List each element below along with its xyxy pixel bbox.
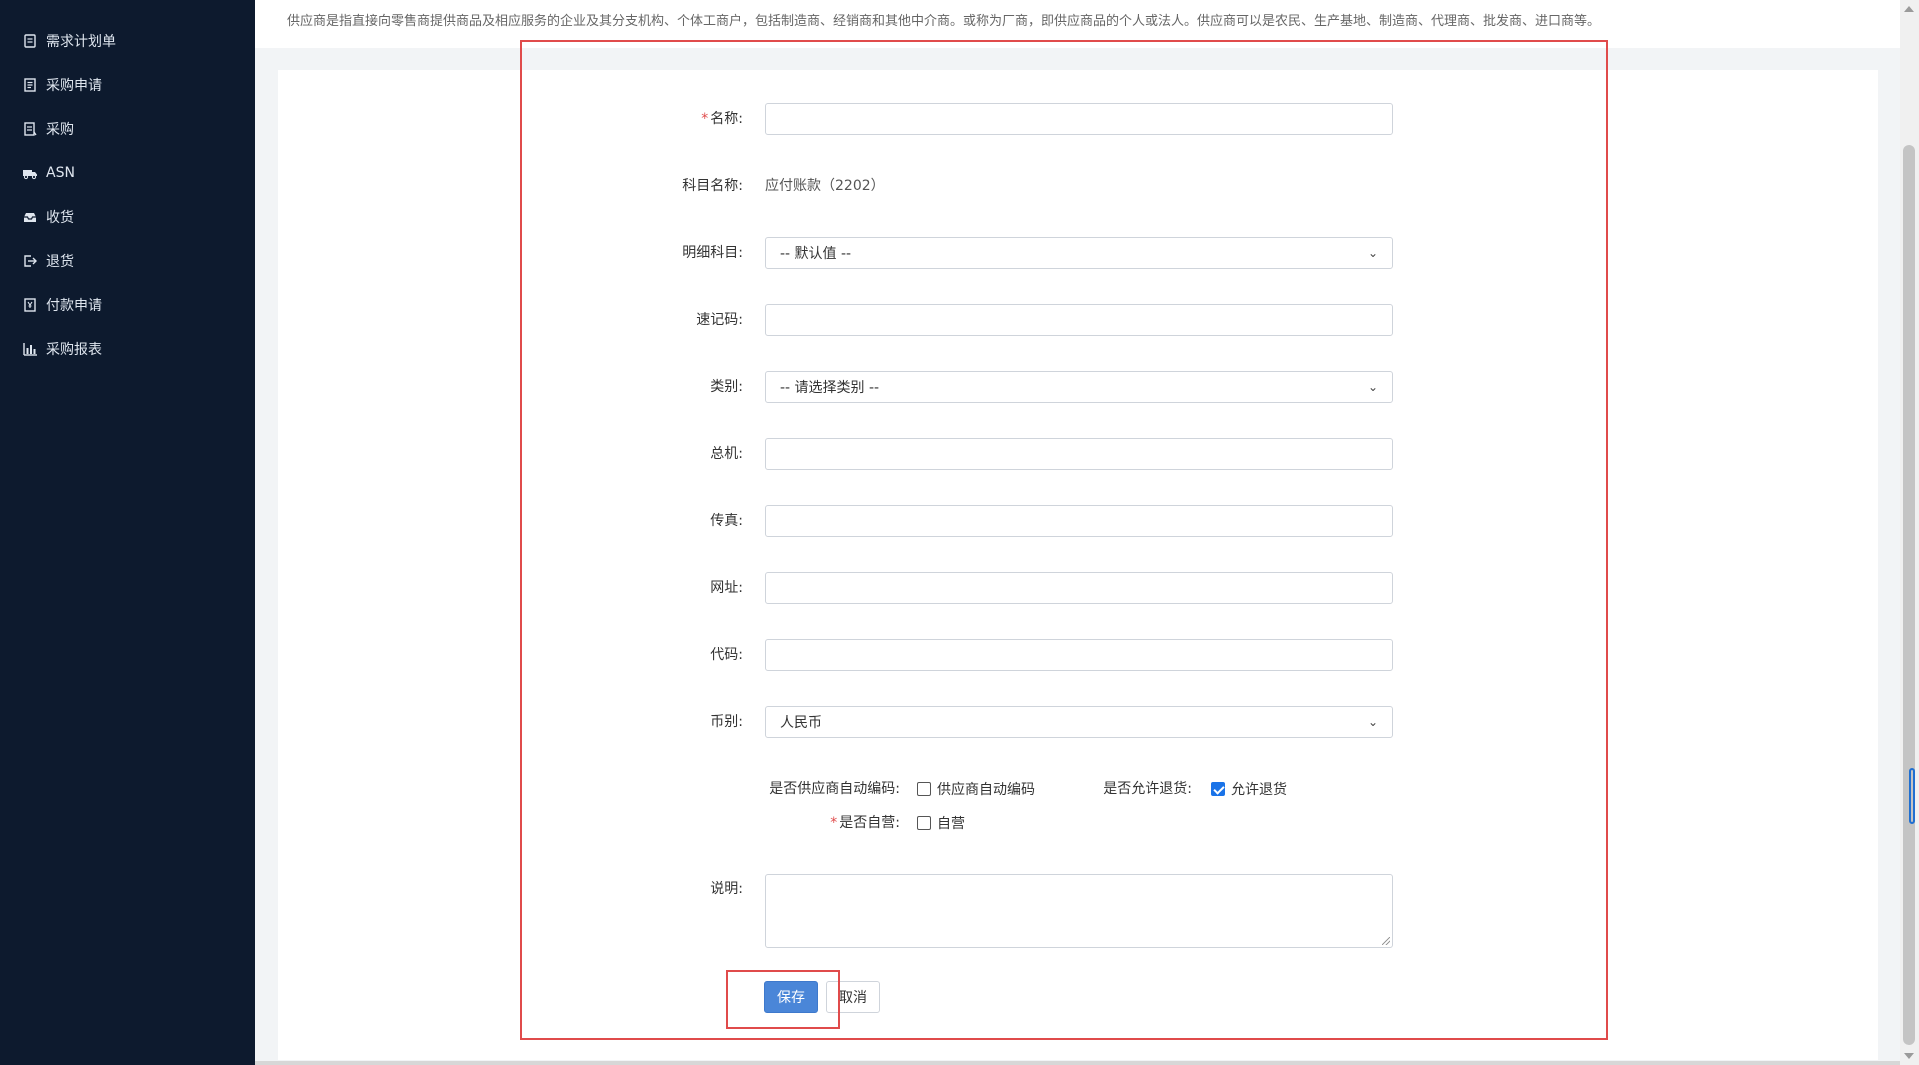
detail-subject-select[interactable]: -- 默认值 -- ⌄ [765,237,1393,269]
self-operated-label: * 是否自营: [830,815,900,831]
phone-label: 总机: [710,446,743,462]
sidebar-item-payment-request[interactable]: 付款申请 [22,290,102,320]
checkbox-box[interactable] [917,816,931,830]
category-selected: -- 请选择类别 -- [780,380,880,396]
save-button[interactable]: 保存 [764,981,818,1013]
category-label: 类别: [710,379,743,395]
sidebar-item-purchase-report[interactable]: 采购报表 [22,334,102,364]
fax-label: 传真: [710,513,743,529]
chevron-down-icon: ⌄ [1367,715,1378,729]
sidebar-item-label: 收货 [46,210,74,226]
sidebar-item-receive[interactable]: 收货 [22,202,74,232]
inbox-icon [22,209,38,225]
list-icon [22,121,38,137]
chevron-down-icon: ⌄ [1367,380,1378,394]
subject-value: 应付账款（2202） [765,178,885,194]
sidebar-item-purchase[interactable]: 采购 [22,114,74,144]
payment-icon [22,297,38,313]
checkbox-box[interactable] [917,782,931,796]
name-input[interactable] [765,103,1393,135]
sidebar-item-label: ASN [46,165,75,181]
sidebar-item-label: 采购申请 [46,78,102,94]
website-label: 网址: [710,580,743,596]
sidebar-item-label: 付款申请 [46,298,102,314]
bar-chart-icon [22,341,38,357]
sidebar-item-label: 采购报表 [46,342,102,358]
currency-label: 币别: [710,714,743,730]
sidebar-item-label: 退货 [46,254,74,270]
remark-label: 说明: [710,881,743,897]
scrollbar[interactable] [1900,0,1919,1065]
scroll-up-icon[interactable] [1904,6,1914,12]
sidebar-item-demand-plan[interactable]: 需求计划单 [22,26,116,56]
category-select[interactable]: -- 请选择类别 -- ⌄ [765,371,1393,403]
allow-return-checkbox[interactable]: 允许退货 [1211,779,1287,799]
checkbox-box-checked[interactable] [1211,782,1225,796]
cancel-button[interactable]: 取消 [826,981,880,1013]
sidebar: 需求计划单 采购申请 采购 ASN 收货 退货 付款申请 采购报表 [0,0,255,1065]
sidebar-item-label: 采购 [46,122,74,138]
sidebar-item-asn[interactable]: ASN [22,158,75,188]
truck-icon [22,165,38,181]
sidebar-item-purchase-request[interactable]: 采购申请 [22,70,102,100]
clipboard-icon [22,33,38,49]
allow-return-label: 是否允许退货: [1103,781,1192,797]
currency-selected: 人民币 [780,715,822,731]
scroll-indicator-icon [1909,768,1915,824]
code-input[interactable] [765,639,1393,671]
remark-textarea[interactable] [765,874,1393,948]
bottom-strip [255,1061,1900,1065]
name-label: * 名称: [701,111,743,127]
subject-label: 科目名称: [682,178,743,194]
shortcode-label: 速记码: [696,312,743,328]
fax-input[interactable] [765,505,1393,537]
scrollbar-thumb[interactable] [1903,145,1915,1045]
shortcode-input[interactable] [765,304,1393,336]
auto-code-label: 是否供应商自动编码: [769,781,900,797]
detail-subject-label: 明细科目: [682,245,743,261]
sidebar-item-label: 需求计划单 [46,34,116,50]
phone-input[interactable] [765,438,1393,470]
self-operated-checkbox[interactable]: 自营 [917,813,965,833]
chevron-down-icon: ⌄ [1367,246,1378,260]
detail-subject-selected: -- 默认值 -- [780,246,852,262]
sidebar-item-return[interactable]: 退货 [22,246,74,276]
exit-icon [22,253,38,269]
scroll-down-icon[interactable] [1904,1053,1914,1059]
resize-grip-icon[interactable] [1382,937,1390,945]
document-icon [22,77,38,93]
website-input[interactable] [765,572,1393,604]
self-operated-option: 自营 [937,816,965,832]
code-label: 代码: [710,647,743,663]
page-description: 供应商是指直接向零售商提供商品及相应服务的企业及其分支机构、个体工商户，包括制造… [287,14,1601,29]
currency-select[interactable]: 人民币 ⌄ [765,706,1393,738]
allow-return-option: 允许退货 [1231,782,1287,798]
